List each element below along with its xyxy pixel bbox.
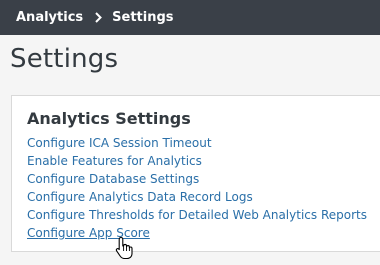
- link-configure-database-settings[interactable]: Configure Database Settings: [27, 170, 367, 188]
- breadcrumb-settings: Settings: [112, 10, 174, 25]
- link-configure-analytics-data-record-logs[interactable]: Configure Analytics Data Record Logs: [27, 188, 367, 206]
- link-configure-app-score[interactable]: Configure App Score: [27, 224, 367, 242]
- settings-link-list: Configure ICA Session Timeout Enable Fea…: [27, 134, 367, 242]
- chevron-right-icon: [95, 12, 103, 23]
- panel-title: Analytics Settings: [27, 109, 191, 128]
- link-enable-features-for-analytics[interactable]: Enable Features for Analytics: [27, 152, 367, 170]
- link-configure-ica-session-timeout[interactable]: Configure ICA Session Timeout: [27, 134, 367, 152]
- top-breadcrumb-bar: Analytics Settings: [0, 0, 380, 35]
- hand-pointer-icon: [115, 236, 133, 260]
- breadcrumb-analytics[interactable]: Analytics: [16, 10, 83, 25]
- link-configure-thresholds-web-analytics[interactable]: Configure Thresholds for Detailed Web An…: [27, 206, 367, 224]
- page-title: Settings: [10, 44, 119, 74]
- analytics-settings-panel: Analytics Settings Configure ICA Session…: [11, 95, 380, 252]
